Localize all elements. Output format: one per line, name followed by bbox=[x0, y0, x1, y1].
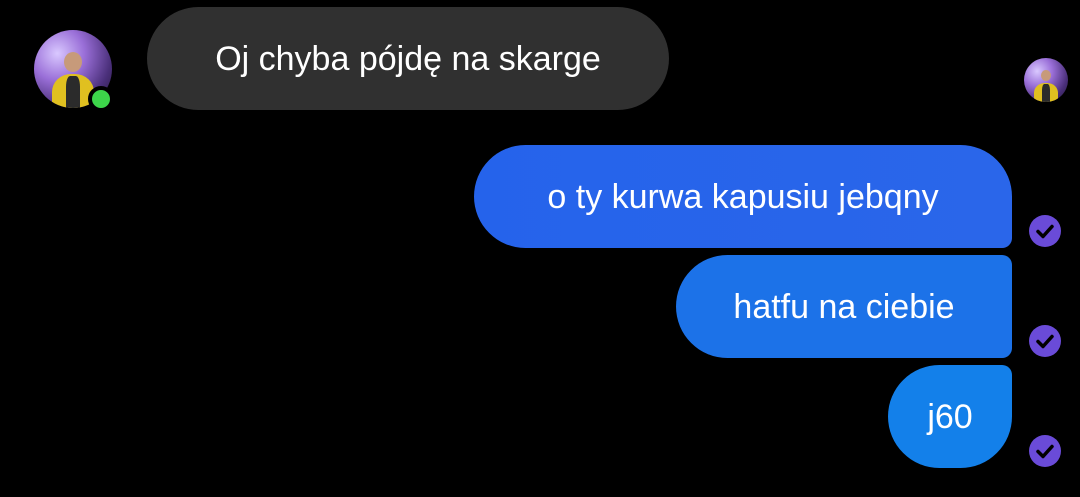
delivered-check-icon bbox=[1029, 435, 1061, 467]
message-bubble-outgoing[interactable]: j60 bbox=[888, 365, 1012, 468]
seen-avatar-figure-head bbox=[1041, 70, 1051, 81]
message-text: Oj chyba pójdę na skarge bbox=[215, 39, 601, 78]
message-bubble-outgoing[interactable]: hatfu na ciebie bbox=[676, 255, 1012, 358]
delivered-check-icon bbox=[1029, 325, 1061, 357]
message-text: o ty kurwa kapusiu jebqny bbox=[547, 177, 939, 216]
message-text: hatfu na ciebie bbox=[733, 287, 955, 326]
avatar-figure-coat bbox=[66, 76, 80, 108]
delivered-check-icon bbox=[1029, 215, 1061, 247]
message-bubble-outgoing[interactable]: o ty kurwa kapusiu jebqny bbox=[474, 145, 1012, 248]
avatar-figure-head bbox=[64, 52, 82, 72]
seen-avatar-figure-coat bbox=[1042, 84, 1050, 102]
online-status-indicator bbox=[88, 86, 114, 112]
message-text: j60 bbox=[927, 397, 973, 436]
seen-avatar-icon bbox=[1024, 58, 1068, 102]
message-bubble-incoming[interactable]: Oj chyba pójdę na skarge bbox=[147, 7, 669, 110]
